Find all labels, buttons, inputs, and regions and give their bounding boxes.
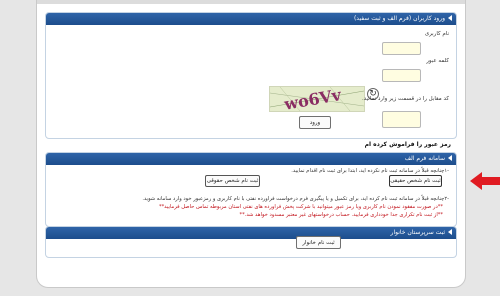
bullet-icon bbox=[448, 15, 452, 21]
form-a-line1: -۱چنانچه قبلاً در سامانه ثبت نام نکرده ا… bbox=[291, 168, 449, 174]
household-section: ثبت سرپرستان خانوار bbox=[45, 226, 457, 258]
form-a-header: سامانه فرم الف bbox=[46, 153, 456, 165]
bullet-icon bbox=[448, 155, 452, 161]
forgot-password-link[interactable]: رمز عبور را فراموش کرده ام bbox=[365, 141, 451, 148]
natural-person-button[interactable]: ثبت نام شخص حقیقی bbox=[389, 175, 442, 187]
username-field[interactable] bbox=[382, 42, 421, 55]
captcha-instruction: کد مقابل را در قسمت زیر وارد نمائید. bbox=[362, 96, 449, 102]
captcha-field[interactable] bbox=[382, 111, 421, 128]
login-button[interactable]: ورود bbox=[299, 116, 331, 129]
legal-person-button[interactable]: ثبت نام شخص حقوقی bbox=[205, 175, 260, 187]
form-a-warning2: **از ثبت نام تکراری جدا خودداری فرمایید.… bbox=[239, 212, 444, 218]
captcha-image: wo6Vv bbox=[269, 86, 365, 112]
household-register-button[interactable]: ثبت نام خانوار bbox=[296, 236, 341, 249]
main-panel: ورود کاربران (فرم الف و ثبت سفید) نام کا… bbox=[36, 0, 466, 288]
bullet-icon bbox=[448, 229, 452, 235]
top-strip bbox=[37, 0, 465, 4]
form-a-line2: -۲چنانچه قبلاً در سامانه ثبت نام کرده ای… bbox=[142, 196, 449, 202]
password-label: کلمه عبور bbox=[426, 58, 449, 64]
form-a-warning1: **در صورت مفقود نمودن نام کاربری ویا رمز… bbox=[158, 204, 443, 210]
username-label: نام کاربری bbox=[424, 31, 449, 37]
login-section-header: ورود کاربران (فرم الف و ثبت سفید) bbox=[46, 13, 456, 25]
household-header: ثبت سرپرستان خانوار bbox=[46, 227, 456, 239]
arrow-left-icon bbox=[470, 172, 500, 190]
password-field[interactable] bbox=[382, 69, 421, 82]
